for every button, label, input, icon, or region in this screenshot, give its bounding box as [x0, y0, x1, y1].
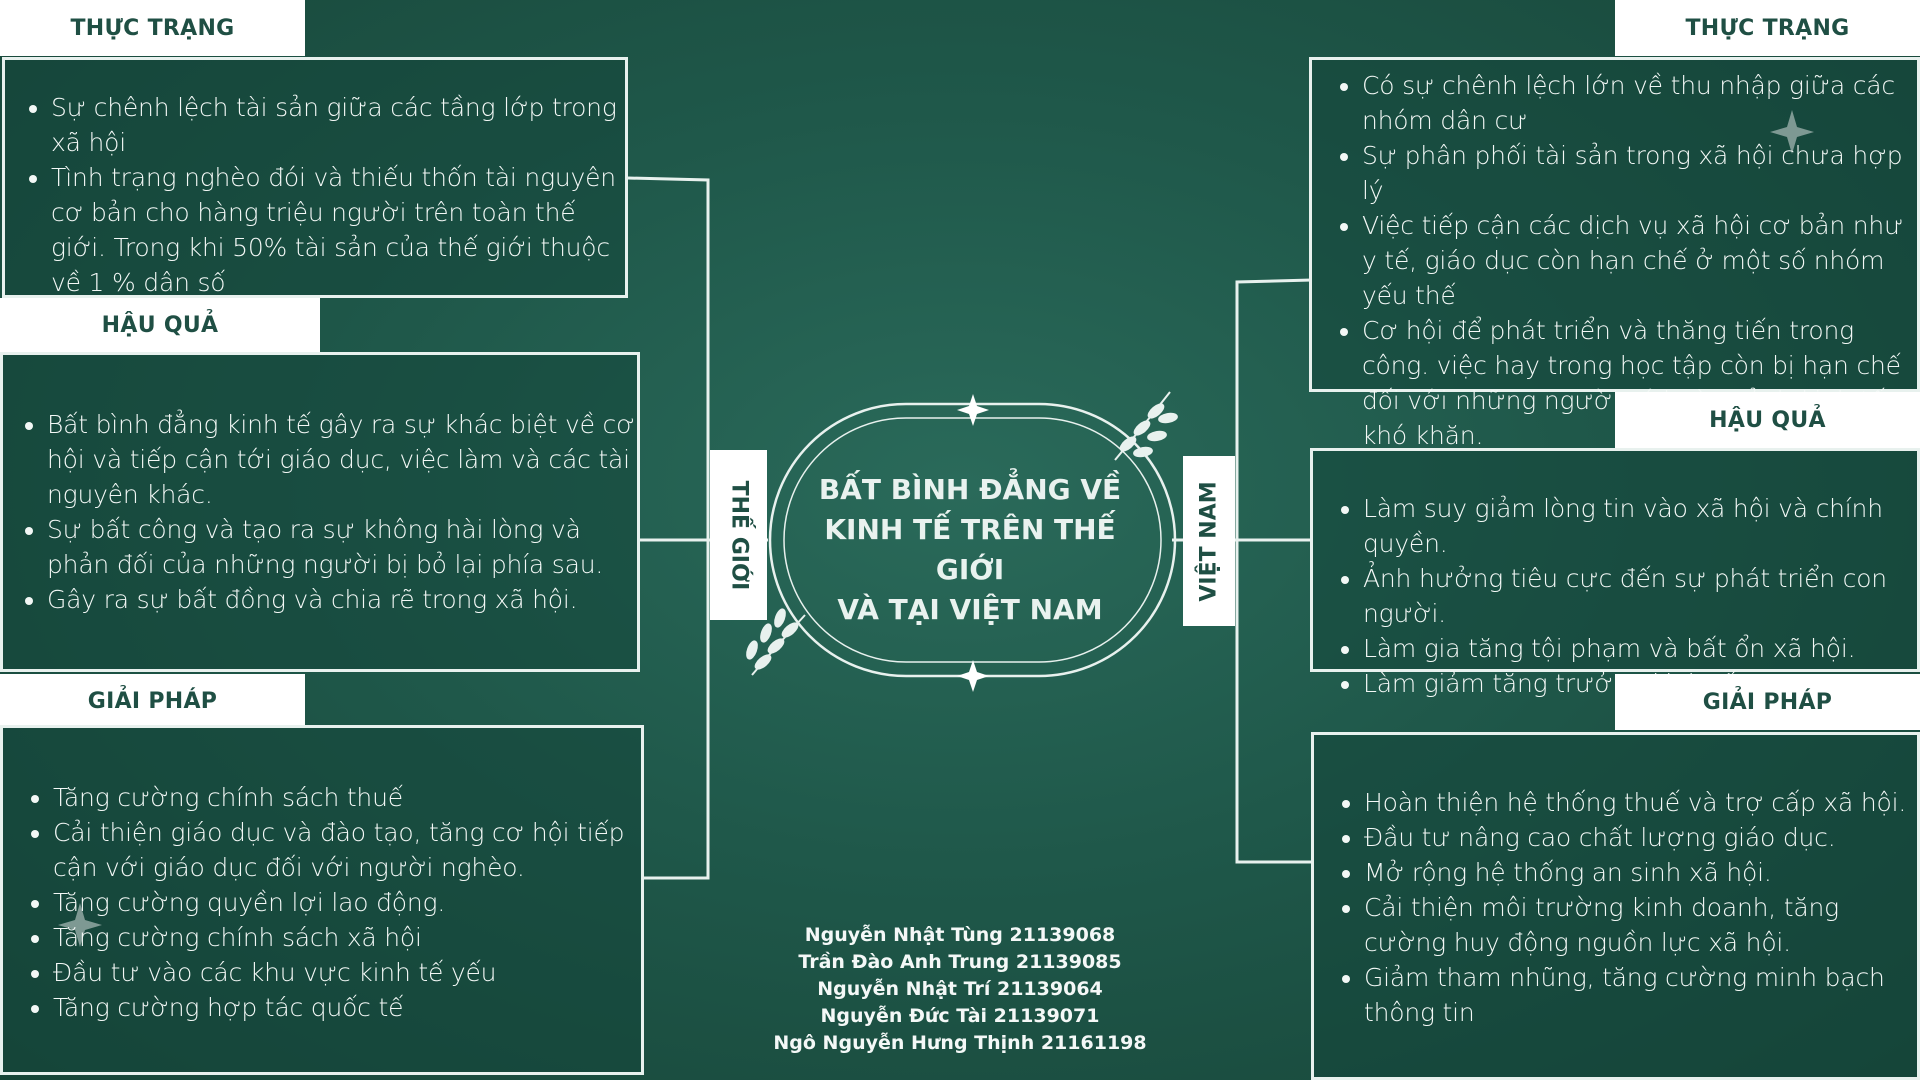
- list-item: Đầu tư nâng cao chất lượng giáo dục.: [1364, 820, 1911, 855]
- list-item: Cải thiện môi trường kinh doanh, tăng cư…: [1364, 890, 1911, 960]
- tab-vietnam-solutions: GIẢI PHÁP: [1615, 674, 1920, 730]
- list-item: Tăng cường hợp tác quốc tế: [53, 990, 641, 1025]
- author-name: Nguyễn Nhật Tùng 21139068: [804, 924, 1116, 946]
- author-name: Nguyễn Nhật Trí 21139064: [817, 978, 1103, 1000]
- list-item: Sự chênh lệch tài sản giữa các tầng lớp …: [51, 90, 625, 160]
- tab-world-status: THỰC TRẠNG: [0, 0, 305, 56]
- world-status-box: Sự chênh lệch tài sản giữa các tầng lớp …: [2, 57, 628, 298]
- list-item: Gây ra sự bất đồng và chia rẽ trong xã h…: [47, 582, 637, 617]
- list-item: Việc tiếp cận các dịch vụ xã hội cơ bản …: [1362, 208, 1911, 313]
- vietnam-solutions-box: Hoàn thiện hệ thống thuế và trợ cấp xã h…: [1311, 732, 1920, 1080]
- list-item: Tình trạng nghèo đói và thiếu thốn tài n…: [51, 160, 625, 300]
- list-item: Hoàn thiện hệ thống thuế và trợ cấp xã h…: [1364, 785, 1911, 820]
- list-item: Bất bình đẳng kinh tế gây ra sự khác biệ…: [47, 407, 637, 512]
- branch-label-world: THẾ GIỚI: [710, 450, 767, 620]
- world-solutions-box: Tăng cường chính sách thuế Cải thiện giá…: [0, 725, 644, 1075]
- list-item: Sự phân phối tài sản trong xã hội chưa h…: [1362, 138, 1911, 208]
- vietnam-status-box: Có sự chênh lệch lớn về thu nhập giữa cá…: [1309, 57, 1920, 450]
- list-item: Đầu tư vào các khu vực kinh tế yếu: [53, 955, 641, 990]
- list-item: Làm gia tăng tội phạm và bất ổn xã hội.: [1363, 631, 1917, 666]
- author-name: Trần Đào Anh Trung 21139085: [798, 951, 1122, 973]
- list-item: Mở rộng hệ thống an sinh xã hội.: [1364, 855, 1911, 890]
- list-item: Tăng cường quyền lợi lao động.: [53, 885, 641, 920]
- list-item: Sự bất công và tạo ra sự không hài lòng …: [47, 512, 637, 582]
- list-item: Cải thiện giáo dục và đào tạo, tăng cơ h…: [53, 815, 641, 885]
- tab-vietnam-status: THỰC TRẠNG: [1615, 0, 1920, 56]
- leaf-ornament-top: [1114, 391, 1178, 461]
- page-title: BẤT BÌNH ĐẲNG VỀ KINH TẾ TRÊN THẾ GIỚI V…: [818, 473, 1122, 626]
- list-item: Ảnh hưởng tiêu cực đến sự phát triển con…: [1363, 561, 1917, 631]
- list-item: Tăng cường chính sách thuế: [53, 780, 641, 815]
- branch-label-vietnam: VIỆT NAM: [1183, 456, 1235, 626]
- author-list: Nguyễn Nhật Tùng 21139068 Trần Đào Anh T…: [760, 922, 1160, 1057]
- author-name: Ngô Nguyễn Hưng Thịnh 21161198: [773, 1032, 1147, 1054]
- list-item: Làm suy giảm lòng tin vào xã hội và chín…: [1363, 491, 1917, 561]
- world-consequences-box: Bất bình đẳng kinh tế gây ra sự khác biệ…: [0, 352, 640, 672]
- list-item: Giảm tham nhũng, tăng cường minh bạch th…: [1364, 960, 1911, 1030]
- list-item: Có sự chênh lệch lớn về thu nhập giữa cá…: [1362, 68, 1911, 138]
- tab-world-solutions: GIẢI PHÁP: [0, 674, 305, 728]
- tab-world-consequences: HẬU QUẢ: [0, 298, 320, 352]
- author-name: Nguyễn Đức Tài 21139071: [820, 1005, 1100, 1027]
- vietnam-consequences-box: Làm suy giảm lòng tin vào xã hội và chín…: [1310, 448, 1920, 698]
- tab-vietnam-consequences: HẬU QUẢ: [1615, 392, 1920, 448]
- list-item: Tăng cường chính sách xã hội: [53, 920, 641, 955]
